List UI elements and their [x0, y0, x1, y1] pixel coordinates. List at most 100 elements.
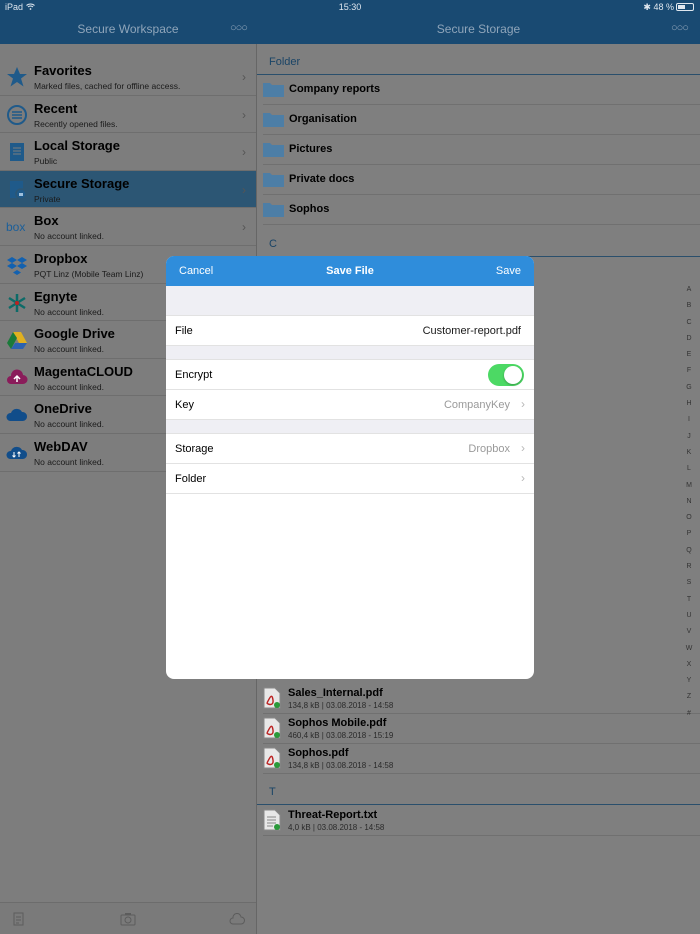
index-letter[interactable]: W — [683, 641, 695, 657]
status-right: ✱ 48 % — [643, 2, 694, 13]
index-letter[interactable]: G — [683, 380, 695, 396]
chevron-right-icon: › — [242, 220, 246, 235]
index-letter[interactable]: M — [683, 478, 695, 494]
chevron-right-icon: › — [521, 441, 525, 455]
index-letter[interactable]: E — [683, 347, 695, 363]
left-nav-title: Secure Workspace — [77, 22, 179, 36]
sidebar-item-title: Dropbox — [34, 250, 88, 266]
sidebar-item-title: Google Drive — [34, 326, 115, 342]
index-letter[interactable]: H — [683, 396, 695, 412]
file-row[interactable]: Sales_Internal.pdf 134,8 kB | 03.08.2018 … — [263, 684, 700, 714]
index-letter[interactable]: P — [683, 526, 695, 542]
storage-row[interactable]: Storage Dropbox › — [166, 434, 534, 464]
index-letter[interactable]: T — [683, 592, 695, 608]
index-letter[interactable]: A — [683, 282, 695, 298]
group-spacer — [166, 420, 534, 434]
folder-row[interactable]: Company reports — [263, 75, 700, 105]
folder-name: Private docs — [289, 173, 355, 185]
index-letter[interactable]: V — [683, 624, 695, 640]
index-letter[interactable]: N — [683, 494, 695, 510]
onedrive-icon — [6, 404, 28, 426]
index-letter[interactable]: Z — [683, 689, 695, 705]
sidebar-toolbar — [0, 902, 256, 934]
sidebar-item-title: Secure Storage — [34, 175, 130, 191]
secure-storage-icon — [6, 179, 28, 201]
index-letter[interactable]: I — [683, 412, 695, 428]
key-value: CompanyKey — [443, 399, 510, 411]
folder-row[interactable]: Sophos — [263, 195, 700, 225]
file-name: Sophos.pdf — [288, 747, 349, 759]
folder-icon — [263, 171, 284, 187]
index-letter[interactable]: # — [683, 706, 695, 722]
index-letter[interactable]: J — [683, 429, 695, 445]
encrypt-toggle[interactable] — [488, 364, 524, 386]
right-nav-title: Secure Storage — [436, 22, 521, 36]
right-more-icon[interactable]: ○○○ — [671, 22, 689, 34]
txt-icon — [263, 809, 281, 831]
sidebar-item-subtitle: No account linked. — [34, 419, 104, 430]
index-letter[interactable]: F — [683, 363, 695, 379]
index-letter[interactable]: O — [683, 510, 695, 526]
sidebar-item-recent[interactable]: Recent Recently opened files. › — [0, 96, 256, 134]
dropbox-icon — [6, 254, 28, 276]
folder-icon — [263, 111, 284, 127]
cloud-sync-icon[interactable] — [229, 913, 245, 925]
star-icon — [6, 66, 28, 88]
sidebar-item-secure-storage[interactable]: Secure Storage Private › — [0, 170, 256, 209]
folder-row[interactable]: Folder › — [166, 464, 534, 494]
chevron-right-icon: › — [521, 471, 525, 485]
google-drive-icon — [6, 329, 28, 351]
section-header-c: C — [269, 238, 277, 250]
index-letter[interactable]: C — [683, 315, 695, 331]
index-letter[interactable]: S — [683, 575, 695, 591]
toggle-knob — [504, 366, 522, 384]
encrypt-label: Encrypt — [175, 369, 213, 381]
file-meta: 460,4 kB | 03.08.2018 - 15:19 — [288, 731, 394, 740]
sidebar-item-subtitle: Recently opened files. — [34, 118, 118, 129]
folder-row[interactable]: Organisation — [263, 105, 700, 135]
sidebar-item-favorites[interactable]: Favorites Marked files, cached for offlin… — [0, 58, 256, 96]
sidebar-item-title: Box — [34, 213, 59, 229]
file-row[interactable]: Sophos.pdf 134,8 kB | 03.08.2018 - 14:58 — [263, 744, 700, 774]
bluetooth-icon: ✱ — [643, 2, 651, 12]
chevron-right-icon: › — [521, 397, 525, 411]
file-row[interactable]: Threat-Report.txt 4,0 kB | 03.08.2018 - 1… — [263, 806, 700, 836]
folder-row[interactable]: Pictures — [263, 135, 700, 165]
file-row[interactable]: Sophos Mobile.pdf 460,4 kB | 03.08.2018 -… — [263, 714, 700, 744]
file-name: Sales_Internal.pdf — [288, 687, 383, 699]
index-letter[interactable]: L — [683, 461, 695, 477]
sidebar-item-title: Egnyte — [34, 288, 78, 304]
folder-icon — [263, 201, 284, 217]
file-name-row[interactable]: File Customer-report.pdf — [166, 316, 534, 346]
index-letter[interactable]: U — [683, 608, 695, 624]
sidebar-item-local-storage[interactable]: Local Storage Public › — [0, 133, 256, 171]
index-letter[interactable]: Y — [683, 673, 695, 689]
index-letter[interactable]: B — [683, 298, 695, 314]
key-label: Key — [175, 399, 194, 411]
recent-icon — [6, 104, 28, 126]
index-letter[interactable]: K — [683, 445, 695, 461]
pdf-icon — [263, 747, 281, 769]
pdf-icon — [263, 717, 281, 739]
index-letter[interactable]: Q — [683, 543, 695, 559]
group-spacer — [166, 286, 534, 316]
chevron-right-icon: › — [242, 107, 246, 122]
left-more-icon[interactable]: ○○○ — [230, 22, 248, 34]
pdf-icon — [263, 687, 281, 709]
alphabet-index[interactable]: A B C D E F G H I J K L M N O P Q R S T U V W X Y Z # — [683, 282, 695, 722]
index-letter[interactable]: R — [683, 559, 695, 575]
status-time: 15:30 — [338, 2, 362, 12]
key-row[interactable]: Key CompanyKey › — [166, 390, 534, 420]
sidebar-item-box[interactable]: box Box No account linked. › — [0, 208, 256, 246]
sidebar-item-subtitle: No account linked. — [34, 381, 104, 392]
folder-row[interactable]: Private docs — [263, 165, 700, 195]
battery-icon — [676, 3, 694, 11]
new-document-icon[interactable] — [12, 912, 26, 926]
index-letter[interactable]: D — [683, 331, 695, 347]
file-name-value[interactable]: Customer-report.pdf — [423, 325, 521, 337]
sidebar-item-title: Local Storage — [34, 138, 120, 154]
index-letter[interactable]: X — [683, 657, 695, 673]
file-meta: 4,0 kB | 03.08.2018 - 14:58 — [288, 823, 385, 832]
save-button[interactable]: Save — [496, 265, 521, 277]
camera-icon[interactable] — [120, 912, 136, 926]
